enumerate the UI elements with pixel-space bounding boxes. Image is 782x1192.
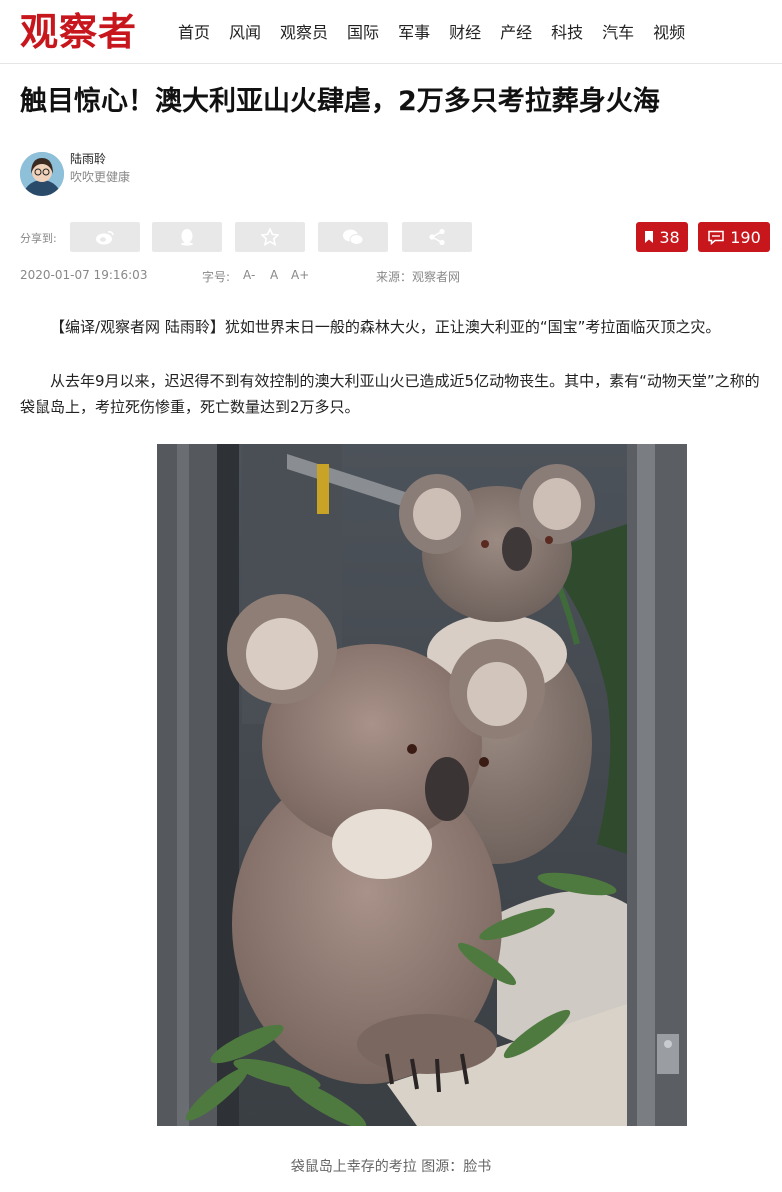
- share-more-button[interactable]: [402, 222, 472, 252]
- author-motto: 吹吹更健康: [70, 170, 131, 184]
- share-label: 分享到:: [20, 232, 57, 245]
- comment-icon: [708, 230, 724, 245]
- nav-item-finance[interactable]: 财经: [449, 22, 481, 44]
- comment-button[interactable]: 190: [698, 222, 770, 252]
- share-qq-button[interactable]: [152, 222, 222, 252]
- qq-icon: [181, 229, 193, 246]
- weibo-icon: [96, 231, 114, 245]
- font-size-large-button[interactable]: A+: [291, 268, 309, 282]
- qzone-icon: [261, 228, 279, 246]
- share-qzone-button[interactable]: [235, 222, 305, 252]
- nav-item-military[interactable]: 军事: [398, 22, 430, 44]
- bookmark-button[interactable]: 38: [636, 222, 688, 252]
- nav-item-fengwen[interactable]: 风闻: [229, 22, 261, 44]
- share-weibo-button[interactable]: [70, 222, 140, 252]
- article-paragraph: 从去年9月以来，迟迟得不到有效控制的澳大利亚山火已造成近5亿动物丧生。其中，素有…: [20, 372, 760, 416]
- nav-item-observer[interactable]: 观察员: [280, 22, 328, 44]
- article-photo: [157, 444, 687, 1126]
- article-paragraph: 【编译/观察者网 陆雨聆】犹如世界末日一般的森林大火，正让澳大利亚的“国宝”考拉…: [50, 318, 721, 336]
- font-size-normal-button[interactable]: A: [270, 268, 278, 282]
- nav-item-home[interactable]: 首页: [178, 22, 210, 44]
- article-meta: 2020-01-07 19:16:03 字号: A- A A+ 来源：观察者网: [20, 268, 760, 284]
- article-title: 触目惊心！澳大利亚山火肆虐，2万多只考拉葬身火海: [20, 86, 660, 117]
- nav-item-industry[interactable]: 产经: [500, 22, 532, 44]
- nav-item-tech[interactable]: 科技: [551, 22, 583, 44]
- share-icon: [429, 228, 445, 246]
- share-bar: 分享到: 38 190: [20, 222, 772, 252]
- wechat-icon: [343, 229, 364, 245]
- bookmark-icon: [645, 231, 654, 243]
- publish-date: 2020-01-07 19:16:03: [20, 268, 148, 282]
- site-logo[interactable]: 观察者: [20, 8, 137, 56]
- main-nav: 首页 风闻 观察员 国际 军事 财经 产经 科技 汽车 视频: [178, 22, 704, 44]
- nav-item-video[interactable]: 视频: [653, 22, 685, 44]
- photo-caption: 袋鼠岛上幸存的考拉 图源：脸书: [290, 1159, 492, 1175]
- nav-item-auto[interactable]: 汽车: [602, 22, 634, 44]
- comment-count: 190: [730, 227, 761, 247]
- author-name[interactable]: 陆雨聆: [70, 150, 106, 167]
- share-wechat-button[interactable]: [318, 222, 388, 252]
- font-size-small-button[interactable]: A-: [243, 268, 255, 282]
- nav-item-international[interactable]: 国际: [347, 22, 379, 44]
- article-source: 来源：观察者网: [376, 270, 461, 284]
- site-header: 观察者 首页 风闻 观察员 国际 军事 财经 产经 科技 汽车 视频: [0, 0, 782, 64]
- bookmark-count: 38: [659, 227, 680, 247]
- font-size-label: 字号:: [202, 270, 231, 284]
- avatar[interactable]: [20, 152, 64, 196]
